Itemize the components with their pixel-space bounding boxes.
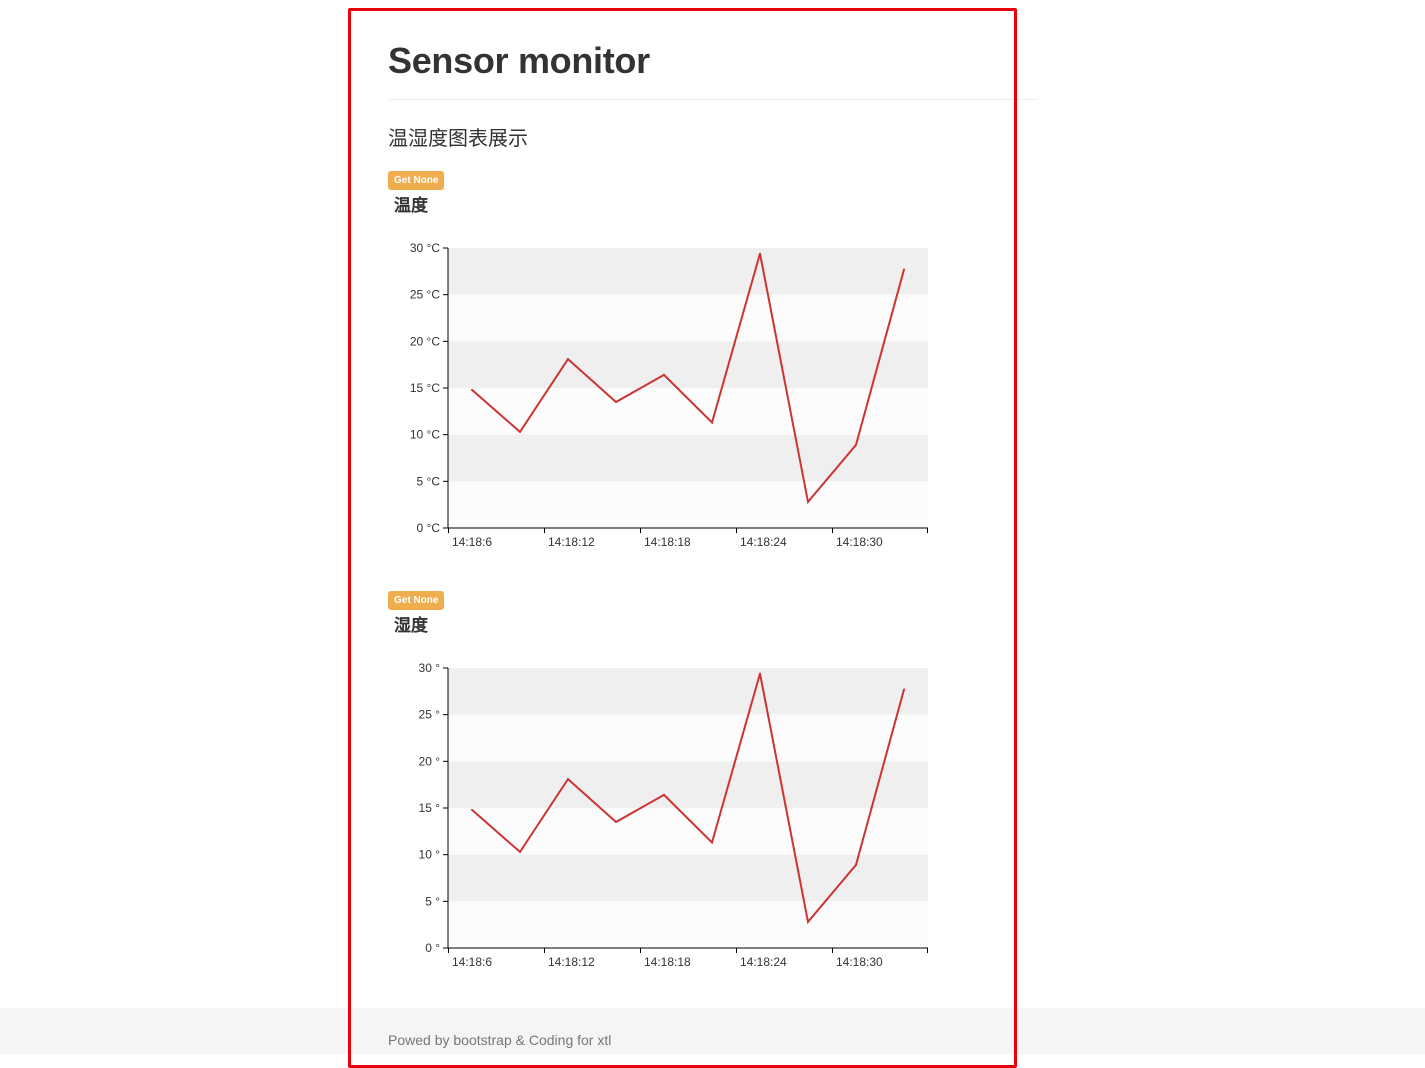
x-tick-label: 14:18:12 (548, 955, 595, 969)
data-point (759, 252, 761, 255)
x-tick-label: 14:18:24 (740, 535, 787, 549)
data-point (807, 920, 809, 923)
y-tick-label: 5 °C (417, 474, 441, 488)
y-tick-label: 25 ° (419, 708, 441, 722)
data-point (615, 401, 617, 403)
grid-band (448, 388, 928, 435)
y-tick-label: 15 °C (410, 381, 440, 395)
y-tick-label: 5 ° (425, 894, 440, 908)
temperature-chart: 0 °C 5 °C 10 °C 15 °C 20 °C 25 °C 30 °C 14:18:6… (410, 241, 928, 549)
data-point (711, 841, 713, 844)
grid-band (448, 901, 928, 948)
data-point (711, 421, 713, 424)
grid-band (448, 341, 928, 388)
data-point (759, 672, 761, 675)
y-tick-label: 20 ° (419, 754, 441, 768)
grid-band (448, 294, 928, 342)
data-point (903, 688, 905, 691)
y-tick-label: 25 °C (410, 288, 440, 302)
page-title: Sensor monitor (388, 40, 650, 81)
y-tick-label: 15 ° (419, 801, 441, 815)
chart-heading-humidity: 湿度 (394, 616, 428, 635)
status-badge-humidity: Get None (388, 591, 445, 610)
grid-band (448, 668, 928, 715)
grid-band (448, 481, 928, 528)
y-tick-label: 0 ° (425, 941, 440, 955)
data-point (663, 793, 665, 796)
data-point (471, 808, 473, 811)
data-point (855, 863, 857, 866)
x-tick-label: 14:18:18 (644, 955, 691, 969)
data-point (663, 373, 665, 376)
title-divider (388, 99, 1038, 100)
footer-text: Powed by bootstrap & Coding for xtl (388, 1032, 612, 1048)
status-badge-temperature: Get None (388, 171, 445, 190)
y-tick-label: 10 °C (410, 428, 440, 442)
data-point (471, 388, 473, 391)
grid-band (448, 248, 928, 295)
y-tick-label: 10 ° (419, 848, 441, 862)
data-point (567, 358, 569, 361)
x-tick-label: 14:18:6 (452, 535, 492, 549)
humidity-chart: 0 ° 5 ° 10 ° 15 ° 20 ° 25 ° 30 ° 14:18:6 14:18:1… (419, 661, 928, 969)
x-tick-label: 14:18:30 (836, 955, 883, 969)
x-tick-label: 14:18:30 (836, 535, 883, 549)
data-point (519, 850, 521, 853)
grid-band (448, 761, 928, 808)
footer (0, 1008, 1425, 1054)
data-point (615, 821, 617, 823)
data-point (903, 268, 905, 271)
y-tick-label: 20 °C (410, 334, 440, 348)
grid-band (448, 808, 928, 855)
y-tick-label: 30 ° (419, 661, 441, 675)
grid-band (448, 714, 928, 762)
data-point (855, 443, 857, 446)
x-tick-label: 14:18:12 (548, 535, 595, 549)
y-tick-label: 30 °C (410, 241, 440, 255)
y-tick-label: 0 °C (417, 521, 441, 535)
x-tick-label: 14:18:18 (644, 535, 691, 549)
chart-heading-temperature: 温度 (394, 196, 428, 215)
x-tick-label: 14:18:24 (740, 955, 787, 969)
data-point (519, 430, 521, 433)
page-subtitle: 温湿度图表展示 (388, 128, 528, 150)
data-point (807, 500, 809, 503)
x-tick-label: 14:18:6 (452, 955, 492, 969)
data-point (567, 778, 569, 781)
